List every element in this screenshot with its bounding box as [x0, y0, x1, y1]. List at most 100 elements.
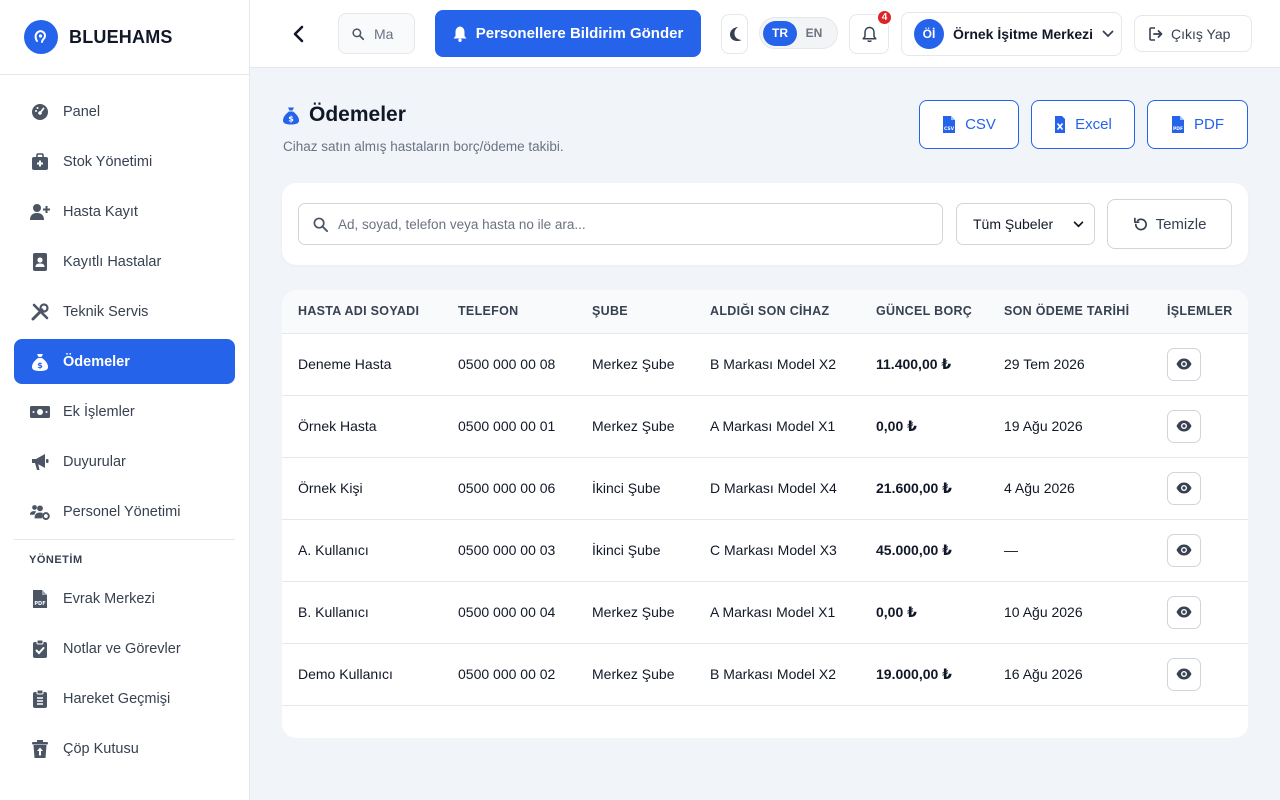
money-bag-icon: $: [283, 106, 299, 125]
back-button[interactable]: [286, 20, 310, 48]
sidebar-item-label: Kayıtlı Hastalar: [63, 253, 162, 270]
topbar: Personellere Bildirim Gönder TR EN 4 Öİ …: [250, 0, 1280, 68]
cell-device: A Markası Model X1: [710, 581, 876, 644]
sidebar-item-technical-service[interactable]: Teknik Servis: [14, 289, 235, 334]
export-pdf-label: PDF: [1194, 116, 1224, 133]
sidebar-item-extra-operations[interactable]: Ek İşlemler: [14, 389, 235, 434]
view-details-button[interactable]: [1167, 347, 1201, 381]
view-details-button[interactable]: [1167, 657, 1201, 691]
cell-phone: 0500 000 00 02: [458, 643, 592, 706]
page-title-text: Ödemeler: [309, 103, 406, 126]
export-pdf-button[interactable]: PDF PDF: [1147, 100, 1248, 149]
sidebar-item-label: Notlar ve Görevler: [63, 640, 181, 657]
file-pdf-icon: PDF: [30, 589, 50, 609]
cell-last-payment: 29 Tem 2026: [1004, 333, 1167, 396]
top-search-input[interactable]: [374, 25, 414, 42]
clear-filters-button[interactable]: Temizle: [1107, 199, 1232, 249]
notifications-button[interactable]: 4: [849, 9, 893, 54]
table-row[interactable]: A. Kullanıcı 0500 000 00 03 İkinci Şube …: [282, 519, 1248, 582]
user-menu-button[interactable]: Öİ Örnek İşitme Merkezi: [901, 12, 1122, 56]
moon-icon: [729, 27, 741, 42]
page-subtitle: Cihaz satın almış hastaların borç/ödeme …: [283, 139, 564, 154]
notification-count-badge: 4: [876, 9, 893, 26]
table-row[interactable]: Örnek Kişi 0500 000 00 06 İkinci Şube D …: [282, 457, 1248, 520]
table-row[interactable]: Demo Kullanıcı 0500 000 00 02 Merkez Şub…: [282, 643, 1248, 706]
sidebar-item-document-center[interactable]: PDF Evrak Merkezi: [14, 576, 235, 621]
cell-device: B Markası Model X2: [710, 643, 876, 706]
cell-device: A Markası Model X1: [710, 395, 876, 458]
cell-debt: 45.000,00 ₺: [876, 519, 1004, 582]
export-excel-button[interactable]: Excel: [1031, 100, 1135, 149]
cell-actions: [1167, 395, 1248, 458]
send-staff-notification-button[interactable]: Personellere Bildirim Gönder: [435, 10, 701, 57]
svg-text:PDF: PDF: [1173, 126, 1183, 132]
sidebar-item-patient-register[interactable]: Hasta Kayıt: [14, 189, 235, 234]
eye-icon: [1176, 544, 1192, 556]
cell-name: Demo Kullanıcı: [282, 643, 458, 706]
brand-name: BLUEHAMS: [69, 26, 173, 47]
theme-toggle-button[interactable]: [721, 14, 748, 54]
sidebar-item-label: Stok Yönetimi: [63, 153, 153, 170]
cell-branch: Merkez Şube: [592, 581, 710, 644]
view-details-button[interactable]: [1167, 595, 1201, 629]
sidebar-section-admin: YÖNETİM: [29, 554, 83, 566]
logout-button[interactable]: Çıkış Yap: [1134, 15, 1252, 52]
cell-phone: 0500 000 00 03: [458, 519, 592, 582]
table-row[interactable]: Deneme Hasta 0500 000 00 08 Merkez Şube …: [282, 333, 1248, 396]
file-pdf-icon: PDF: [1171, 116, 1185, 133]
language-tr-option[interactable]: TR: [763, 20, 797, 46]
search-icon: [313, 217, 328, 232]
sidebar-item-trash[interactable]: Çöp Kutusu: [14, 726, 235, 771]
sidebar-item-label: Hareket Geçmişi: [63, 690, 171, 707]
sidebar-item-announcements[interactable]: Duyurular: [14, 439, 235, 484]
cell-last-payment: 10 Ağu 2026: [1004, 581, 1167, 644]
hearing-logo-icon: [24, 20, 58, 54]
cell-actions: [1167, 643, 1248, 706]
language-en-option[interactable]: EN: [797, 21, 831, 46]
branch-select[interactable]: Tüm Şubeler: [956, 203, 1095, 245]
sidebar-item-stock[interactable]: Stok Yönetimi: [14, 139, 235, 184]
column-header-last-payment[interactable]: SON ÖDEME TARİHİ: [1004, 290, 1167, 334]
view-details-button[interactable]: [1167, 409, 1201, 443]
tools-icon: [30, 302, 50, 322]
cell-branch: İkinci Şube: [592, 519, 710, 582]
sidebar-item-panel[interactable]: Panel: [14, 89, 235, 134]
cell-branch: Merkez Şube: [592, 643, 710, 706]
bell-icon: [453, 26, 467, 42]
cell-device: C Markası Model X3: [710, 519, 876, 582]
table-row[interactable]: B. Kullanıcı 0500 000 00 04 Merkez Şube …: [282, 581, 1248, 644]
column-header-name[interactable]: HASTA ADI SOYADI: [282, 290, 458, 334]
cell-actions: [1167, 581, 1248, 644]
sidebar-item-label: Ek İşlemler: [63, 403, 135, 420]
column-header-device[interactable]: ALDIĞI SON CİHAZ: [710, 290, 876, 334]
table-row[interactable]: Örnek Hasta 0500 000 00 01 Merkez Şube A…: [282, 395, 1248, 458]
sidebar-item-payments[interactable]: $ Ödemeler: [14, 339, 235, 384]
cell-last-payment: 19 Ağu 2026: [1004, 395, 1167, 458]
svg-text:$: $: [288, 114, 294, 123]
sidebar-item-label: Ödemeler: [63, 353, 130, 370]
column-header-branch[interactable]: ŞUBE: [592, 290, 710, 334]
top-search-box[interactable]: [338, 13, 415, 54]
view-details-button[interactable]: [1167, 533, 1201, 567]
view-details-button[interactable]: [1167, 471, 1201, 505]
svg-text:$: $: [37, 361, 43, 370]
brand[interactable]: BLUEHAMS: [0, 0, 249, 75]
cell-device: D Markası Model X4: [710, 457, 876, 520]
column-header-phone[interactable]: TELEFON: [458, 290, 592, 334]
eye-icon: [1176, 668, 1192, 680]
user-name: Örnek İşitme Merkezi: [953, 26, 1094, 42]
patient-search-input[interactable]: [338, 216, 918, 232]
sidebar-item-activity-history[interactable]: Hareket Geçmişi: [14, 676, 235, 721]
column-header-debt[interactable]: GÜNCEL BORÇ: [876, 290, 1004, 334]
sidebar-item-notes-tasks[interactable]: Notlar ve Görevler: [14, 626, 235, 671]
send-staff-notification-label: Personellere Bildirim Gönder: [475, 25, 684, 42]
sidebar-item-staff-management[interactable]: Personel Yönetimi: [14, 489, 235, 534]
patient-search-box[interactable]: [298, 203, 943, 245]
cell-branch: Merkez Şube: [592, 333, 710, 396]
chevron-left-icon: [293, 25, 304, 43]
export-csv-label: CSV: [965, 116, 996, 133]
export-csv-button[interactable]: CSV CSV: [919, 100, 1019, 149]
sidebar-item-registered-patients[interactable]: Kayıtlı Hastalar: [14, 239, 235, 284]
sidebar-item-label: Personel Yönetimi: [63, 503, 181, 520]
cell-actions: [1167, 333, 1248, 396]
